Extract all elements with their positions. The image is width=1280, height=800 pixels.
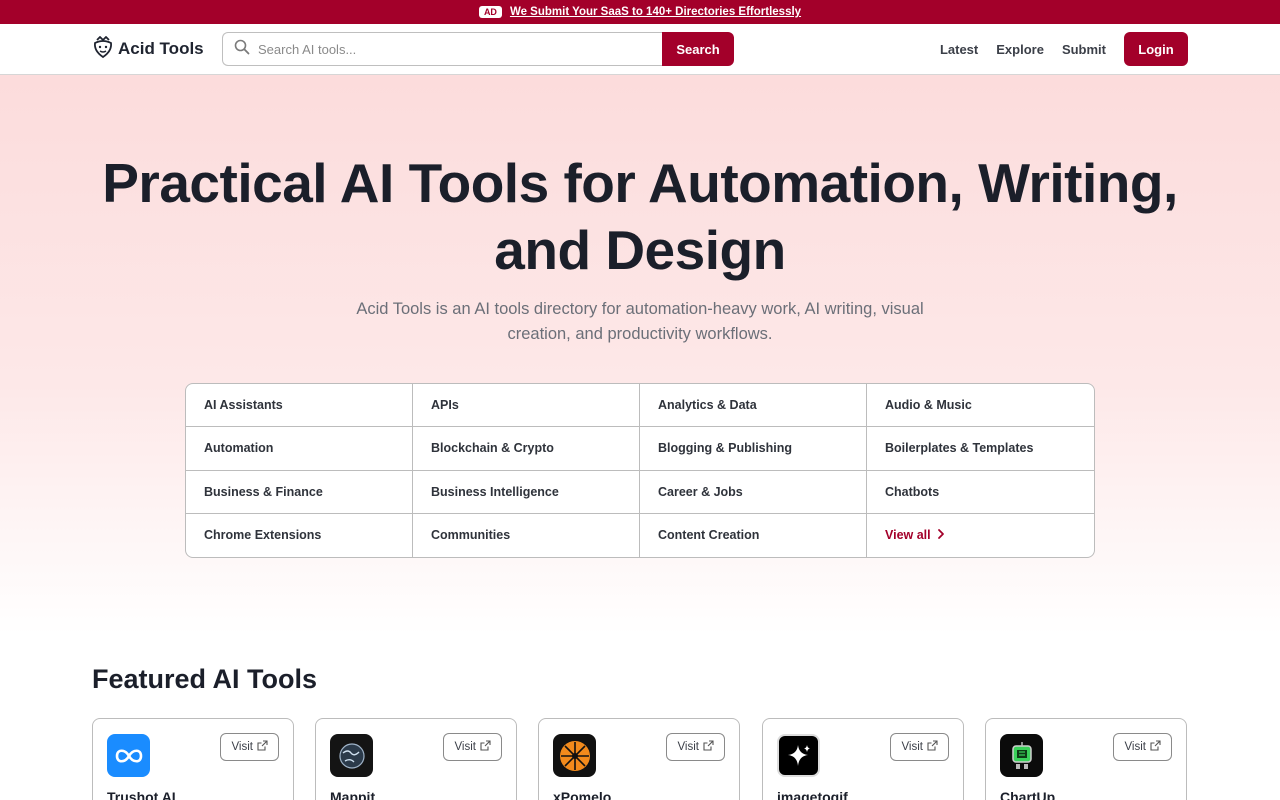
view-all-link[interactable]: View all — [867, 514, 1094, 557]
search-form: Search — [222, 32, 734, 66]
visit-button[interactable]: Visit — [1113, 733, 1172, 761]
search-field[interactable] — [222, 32, 662, 66]
nav-submit[interactable]: Submit — [1062, 42, 1106, 57]
category-communities[interactable]: Communities — [413, 513, 640, 557]
category-audio-music[interactable]: Audio & Music — [867, 384, 1094, 428]
category-ai-assistants[interactable]: AI Assistants — [186, 384, 413, 428]
chevron-right-icon — [937, 528, 945, 543]
ad-link[interactable]: We Submit Your SaaS to 140+ Directories … — [510, 6, 801, 18]
visit-label: Visit — [901, 741, 923, 753]
hero-subtitle-line-2: creation, and productivity workflows. — [507, 325, 773, 343]
hero-subtitle-line-1: Acid Tools is an AI tools directory for … — [356, 300, 924, 318]
category-career-jobs[interactable]: Career & Jobs — [640, 470, 867, 514]
tool-name: Trushot AI — [107, 789, 176, 800]
nav-explore[interactable]: Explore — [996, 42, 1044, 57]
tool-name: xPomelo — [553, 789, 612, 800]
ad-banner[interactable]: AD We Submit Your SaaS to 140+ Directori… — [0, 0, 1280, 24]
category-chrome-extensions[interactable]: Chrome Extensions — [186, 513, 413, 557]
search-button[interactable]: Search — [662, 32, 734, 66]
hero-title-line-2: and Design — [494, 219, 786, 281]
hero-title: Practical AI Tools for Automation, Writi… — [0, 150, 1280, 284]
nav-latest[interactable]: Latest — [940, 42, 978, 57]
ad-badge: AD — [478, 6, 502, 18]
login-button[interactable]: Login — [1124, 32, 1188, 66]
visit-button[interactable]: Visit — [220, 733, 279, 761]
hero-subtitle: Acid Tools is an AI tools directory for … — [340, 297, 940, 347]
visit-label: Visit — [454, 741, 476, 753]
external-link-icon — [257, 740, 268, 754]
hero-section: Practical AI Tools for Automation, Writi… — [0, 75, 1280, 635]
category-grid: AI Assistants APIs Analytics & Data Audi… — [185, 383, 1095, 558]
category-business-intelligence[interactable]: Business Intelligence — [413, 470, 640, 514]
category-blogging-publishing[interactable]: Blogging & Publishing — [640, 427, 867, 471]
featured-title: Featured AI Tools — [92, 664, 318, 694]
strawberry-logo-icon — [92, 35, 114, 64]
visit-button[interactable]: Visit — [443, 733, 502, 761]
tool-card[interactable]: Visit Mappit — [315, 718, 517, 800]
visit-label: Visit — [677, 741, 699, 753]
category-apis[interactable]: APIs — [413, 384, 640, 428]
tool-card[interactable]: Visit xPomelo — [538, 718, 740, 800]
sparkle-icon — [777, 734, 820, 777]
category-chatbots[interactable]: Chatbots — [867, 471, 1094, 514]
site-header: Acid Tools Search Latest Explore Submit … — [0, 24, 1280, 75]
external-link-icon — [480, 740, 491, 754]
logo[interactable]: Acid Tools — [92, 35, 222, 64]
tool-card[interactable]: Visit Trushot AI — [92, 718, 294, 800]
view-all-label: View all — [885, 528, 931, 543]
category-automation[interactable]: Automation — [186, 427, 413, 471]
tool-name: Mappit — [330, 789, 376, 800]
visit-label: Visit — [1124, 741, 1146, 753]
main-nav: Latest Explore Submit Login — [940, 32, 1188, 66]
tool-name: ChartUp — [1000, 789, 1056, 800]
visit-button[interactable]: Visit — [890, 733, 949, 761]
tool-name: imagetogif — [777, 789, 848, 800]
external-link-icon — [1150, 740, 1161, 754]
visit-button[interactable]: Visit — [666, 733, 725, 761]
hero-title-line-1: Practical AI Tools for Automation, Writi… — [102, 152, 1178, 214]
category-blockchain-crypto[interactable]: Blockchain & Crypto — [413, 427, 640, 471]
logo-text: Acid Tools — [118, 39, 204, 58]
infinity-icon — [107, 734, 150, 777]
tool-card[interactable]: Visit ChartUp — [985, 718, 1187, 800]
citrus-icon — [553, 734, 596, 777]
robot-icon — [1000, 734, 1043, 777]
tool-card[interactable]: Visit imagetogif — [762, 718, 964, 800]
globe-icon — [330, 734, 373, 777]
category-business-finance[interactable]: Business & Finance — [186, 470, 413, 514]
visit-label: Visit — [231, 741, 253, 753]
category-content-creation[interactable]: Content Creation — [640, 513, 867, 557]
external-link-icon — [927, 740, 938, 754]
external-link-icon — [703, 740, 714, 754]
search-input[interactable] — [258, 41, 638, 57]
search-icon — [234, 39, 250, 60]
category-analytics-data[interactable]: Analytics & Data — [640, 384, 867, 428]
category-boilerplates-templates[interactable]: Boilerplates & Templates — [867, 427, 1094, 471]
